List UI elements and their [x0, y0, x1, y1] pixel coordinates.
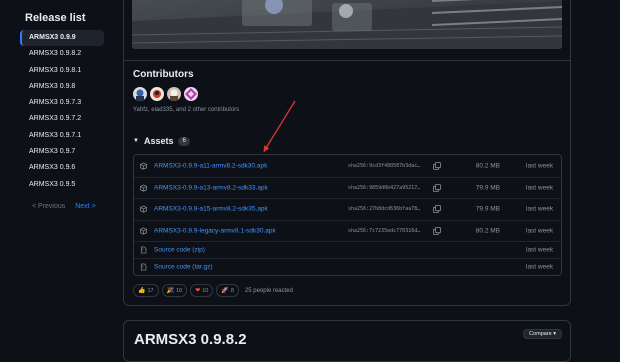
source-code-zip-link[interactable]: Source code (zip) [154, 247, 205, 254]
asset-link[interactable]: ARMSX3-0.9.9-a13-armv8.2-sdk33.apk [154, 184, 268, 191]
release-list-item[interactable]: ARMSX3 0.9.6 [20, 160, 104, 176]
asset-row: Source code (zip) last week [134, 241, 561, 258]
assets-toggle[interactable]: ▼ Assets 6 [133, 136, 190, 146]
asset-date: last week [526, 184, 554, 192]
avatar[interactable] [150, 87, 164, 101]
reactions-summary: 25 people reacted [244, 287, 293, 294]
asset-size: 80.2 MB [475, 162, 500, 170]
release-list-item[interactable]: ARMSX3 0.9.5 [20, 177, 104, 193]
release-banner-image [132, 0, 562, 49]
asset-size: 79.9 MB [475, 184, 500, 192]
release-list-item[interactable]: ARMSX3 0.9.7.2 [20, 111, 104, 127]
asset-date: last week [526, 227, 554, 235]
reaction-count: 10 [176, 287, 183, 294]
reaction-rocket[interactable]: 🚀 8 [216, 284, 239, 297]
assets-title: Assets [143, 136, 174, 146]
asset-row: ARMSX3-0.9.9-a15-armv8.2-sdk35.apk sha25… [134, 198, 561, 220]
next-link[interactable]: Next > [75, 203, 95, 210]
release-list-item[interactable]: ARMSX3 0.9.7.3 [20, 95, 104, 111]
pagination: < Previous Next > [32, 203, 96, 210]
contributors-text: Yahfz, elad335, and 2 other contributors [133, 107, 240, 113]
source-code-targz-link[interactable]: Source code (tar.gz) [154, 264, 213, 271]
copy-icon[interactable] [433, 183, 441, 192]
asset-sha256: sha256:7c7235edc770316d… [348, 227, 421, 234]
asset-sha256: sha256:9cd3f480587b3dac… [348, 162, 421, 169]
release-list: ARMSX3 0.9.9 ARMSX3 0.9.8.2 ARMSX3 0.9.8… [20, 30, 104, 193]
asset-size: 79.9 MB [475, 205, 500, 213]
reaction-count: 8 [230, 287, 234, 294]
release-list-item[interactable]: ARMSX3 0.9.8 [20, 79, 104, 95]
reaction-hooray[interactable]: 🎉 10 [161, 284, 188, 297]
package-icon [140, 184, 147, 192]
avatar[interactable] [184, 87, 198, 101]
triangle-down-icon: ▼ [133, 138, 139, 144]
contributors-avatars [133, 87, 198, 101]
party-popper-icon: 🎉 [166, 288, 175, 294]
thumbs-up-icon: 👍 [138, 288, 146, 294]
reactions-bar: 👍 17 🎉 10 ❤ 10 🚀 8 25 people reacted [133, 284, 293, 297]
contributors-title: Contributors [133, 69, 194, 80]
asset-row: ARMSX3-0.9.9-a13-armv8.2-sdk33.apk sha25… [134, 176, 561, 199]
asset-date: last week [526, 162, 554, 170]
package-icon [140, 205, 147, 213]
package-icon [140, 162, 147, 170]
reaction-heart[interactable]: ❤ 10 [190, 284, 214, 297]
asset-sha256: sha256:27b8dcd636bfaa78… [348, 206, 421, 213]
asset-date: last week [526, 205, 554, 213]
divider [124, 60, 570, 61]
reaction-count: 10 [202, 287, 209, 294]
release-list-item[interactable]: ARMSX3 0.9.7 [20, 144, 104, 160]
asset-row: ARMSX3-0.9.9-legacy-armv8.1-sdk30.apk sh… [134, 219, 561, 242]
asset-date: last week [526, 246, 554, 254]
package-icon [140, 227, 147, 235]
asset-row: ARMSX3-0.9.9-a11-armv8.2-sdk30.apk sha25… [134, 155, 561, 177]
next-release-card: ARMSX3 0.9.8.2 Compare ▾ [123, 320, 571, 362]
reaction-thumbs-up[interactable]: 👍 17 [133, 284, 159, 297]
release-list-title: Release list [25, 12, 86, 24]
heart-icon: ❤ [195, 288, 201, 294]
release-list-item[interactable]: ARMSX3 0.9.8.1 [20, 63, 104, 79]
asset-size: 80.2 MB [475, 227, 500, 235]
release-title[interactable]: ARMSX3 0.9.8.2 [134, 331, 247, 348]
copy-icon[interactable] [433, 161, 441, 170]
asset-link[interactable]: ARMSX3-0.9.9-a11-armv8.2-sdk30.apk [154, 162, 267, 169]
release-card: Contributors Yahfz, elad335, and 2 other… [123, 0, 571, 306]
avatar[interactable] [133, 87, 147, 101]
file-zip-icon [140, 263, 147, 271]
asset-row: Source code (tar.gz) last week [134, 258, 561, 275]
assets-count-badge: 6 [178, 136, 190, 146]
previous-link: < Previous [32, 203, 66, 210]
rocket-icon: 🚀 [221, 288, 229, 294]
asset-sha256: sha256:9859d0b427a95217… [348, 184, 421, 191]
compare-button[interactable]: Compare ▾ [523, 329, 562, 339]
release-list-item[interactable]: ARMSX3 0.9.9 [20, 30, 104, 46]
asset-link[interactable]: ARMSX3-0.9.9-a15-armv8.2-sdk35.apk [154, 206, 268, 213]
asset-link[interactable]: ARMSX3-0.9.9-legacy-armv8.1-sdk30.apk [154, 227, 276, 234]
reaction-count: 17 [147, 287, 154, 294]
assets-list: ARMSX3-0.9.9-a11-armv8.2-sdk30.apk sha25… [133, 154, 562, 276]
release-list-sidebar: Release list ARMSX3 0.9.9 ARMSX3 0.9.8.2… [0, 0, 112, 337]
release-list-item[interactable]: ARMSX3 0.9.7.1 [20, 128, 104, 144]
avatar[interactable] [167, 87, 181, 101]
copy-icon[interactable] [433, 226, 441, 235]
copy-icon[interactable] [433, 205, 441, 214]
asset-date: last week [526, 263, 554, 271]
file-zip-icon [140, 246, 147, 254]
release-list-item[interactable]: ARMSX3 0.9.8.2 [20, 46, 104, 62]
